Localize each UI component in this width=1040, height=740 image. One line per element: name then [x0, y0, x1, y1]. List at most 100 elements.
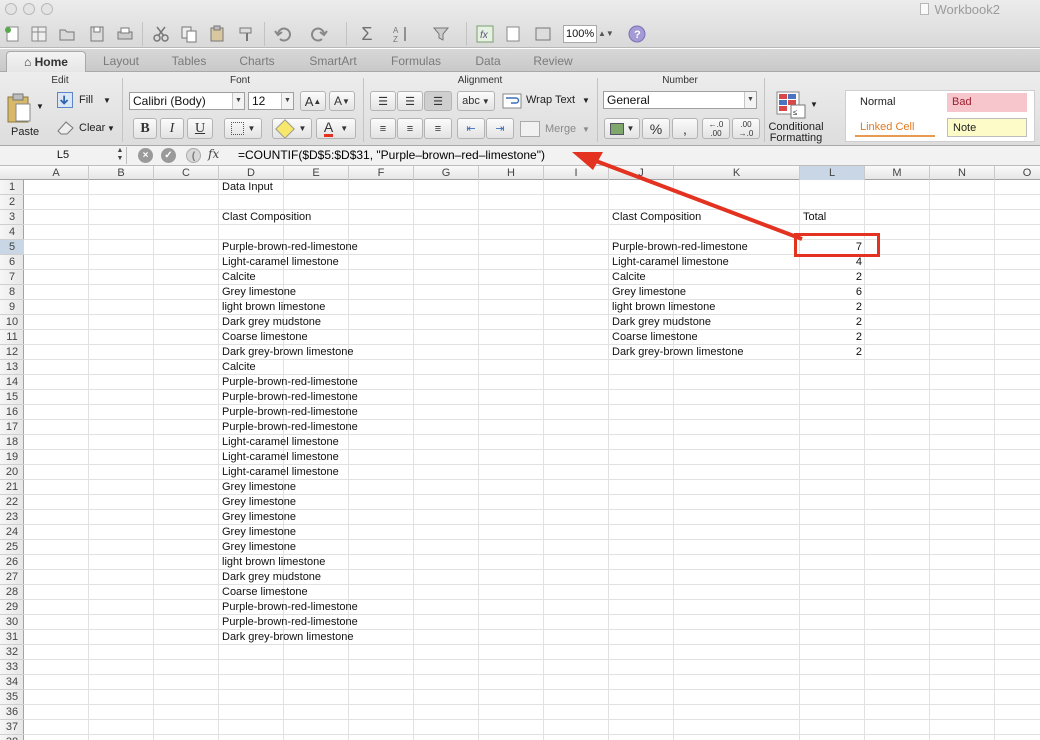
paste-icon[interactable] — [6, 92, 32, 124]
row-header-17[interactable]: 17 — [0, 420, 24, 435]
cell-D27[interactable]: Dark grey mudstone — [219, 570, 399, 585]
cell-J10[interactable]: Dark grey mudstone — [609, 315, 789, 330]
column-header-m[interactable]: M — [865, 166, 930, 180]
row-header-31[interactable]: 31 — [0, 630, 24, 645]
column-header-c[interactable]: C — [154, 166, 219, 180]
cell-D18[interactable]: Light-caramel limestone — [219, 435, 399, 450]
row-header-7[interactable]: 7 — [0, 270, 24, 285]
tab-home[interactable]: ⌂ Home — [6, 51, 86, 72]
cell-D8[interactable]: Grey limestone — [219, 285, 399, 300]
autosum-icon[interactable]: Σ — [356, 23, 378, 45]
conditional-formatting-label[interactable]: Conditional Formatting — [768, 122, 824, 144]
gallery-icon[interactable] — [28, 23, 50, 45]
fill-icon[interactable] — [57, 92, 73, 108]
cell-D11[interactable]: Coarse limestone — [219, 330, 399, 345]
cell-D26[interactable]: light brown limestone — [219, 555, 399, 570]
zoom-dropdown-icon[interactable]: ▲▼ — [598, 25, 614, 43]
cell-D22[interactable]: Grey limestone — [219, 495, 399, 510]
row-header-32[interactable]: 32 — [0, 645, 24, 660]
open-icon[interactable] — [56, 23, 78, 45]
decrease-decimal-button[interactable]: .00 →.0 — [732, 118, 760, 139]
align-bottom-icon[interactable]: ☰ — [424, 91, 452, 111]
cell-D20[interactable]: Light-caramel limestone — [219, 465, 399, 480]
conditional-formatting-dropdown-icon[interactable]: ▼ — [810, 100, 818, 109]
help-icon[interactable]: ? — [626, 23, 648, 45]
cancel-icon[interactable]: × — [138, 148, 153, 163]
cell-D28[interactable]: Coarse limestone — [219, 585, 399, 600]
redo-icon[interactable] — [308, 23, 330, 45]
row-header-1[interactable]: 1 — [0, 180, 24, 195]
decrease-indent-icon[interactable]: ⇤ — [457, 118, 485, 139]
cell-L9[interactable]: 2 — [800, 300, 865, 315]
paste-icon[interactable] — [206, 23, 228, 45]
align-top-icon[interactable]: ☰ — [370, 91, 396, 111]
enter-icon[interactable]: ✓ — [161, 148, 176, 163]
tab-review[interactable]: Review — [524, 51, 582, 72]
shrink-font-button[interactable]: A ▼ — [329, 91, 355, 111]
font-name-select[interactable]: Calibri (Body) ▼ — [129, 92, 245, 110]
font-color-button[interactable]: A ▼ — [316, 118, 356, 139]
cell-D6[interactable]: Light-caramel limestone — [219, 255, 399, 270]
format-painter-icon[interactable] — [236, 23, 258, 45]
cell-D5[interactable]: Purple-brown-red-limestone — [219, 240, 399, 255]
row-header-35[interactable]: 35 — [0, 690, 24, 705]
column-header-j[interactable]: J — [609, 166, 674, 180]
row-header-21[interactable]: 21 — [0, 480, 24, 495]
row-header-27[interactable]: 27 — [0, 570, 24, 585]
row-header-16[interactable]: 16 — [0, 405, 24, 420]
row-header-36[interactable]: 36 — [0, 705, 24, 720]
cell-D19[interactable]: Light-caramel limestone — [219, 450, 399, 465]
function-icon[interactable]: fx — [474, 23, 496, 45]
number-format-select[interactable]: General ▼ — [603, 91, 757, 109]
row-header-2[interactable]: 2 — [0, 195, 24, 210]
accounting-format-icon[interactable]: ▼ — [604, 118, 640, 139]
save-icon[interactable] — [86, 23, 108, 45]
cell-L11[interactable]: 2 — [800, 330, 865, 345]
new-icon[interactable] — [2, 23, 24, 45]
cell-D9[interactable]: light brown limestone — [219, 300, 399, 315]
row-header-4[interactable]: 4 — [0, 225, 24, 240]
row-header-38[interactable]: 38 — [0, 735, 24, 740]
tab-layout[interactable]: Layout — [90, 51, 152, 72]
cell-D10[interactable]: Dark grey mudstone — [219, 315, 399, 330]
merge-dropdown-icon[interactable]: ▼ — [582, 125, 590, 134]
paste-dropdown-icon[interactable]: ▼ — [36, 102, 44, 111]
fill-color-button[interactable]: ▼ — [272, 118, 312, 139]
clear-dropdown-icon[interactable]: ▼ — [107, 124, 115, 133]
row-header-12[interactable]: 12 — [0, 345, 24, 360]
cell-D31[interactable]: Dark grey-brown limestone — [219, 630, 399, 645]
row-header-6[interactable]: 6 — [0, 255, 24, 270]
row-header-19[interactable]: 19 — [0, 450, 24, 465]
tab-tables[interactable]: Tables — [158, 51, 220, 72]
row-header-33[interactable]: 33 — [0, 660, 24, 675]
cell-L8[interactable]: 6 — [800, 285, 865, 300]
align-left-icon[interactable]: ≡ — [370, 118, 396, 139]
style-bad[interactable]: Bad — [947, 93, 1027, 112]
increase-indent-icon[interactable]: ⇥ — [486, 118, 514, 139]
print-icon[interactable] — [114, 23, 136, 45]
cell-D21[interactable]: Grey limestone — [219, 480, 399, 495]
cell-D15[interactable]: Purple-brown-red-limestone — [219, 390, 399, 405]
column-header-e[interactable]: E — [284, 166, 349, 180]
conditional-formatting-icon[interactable]: ≤ — [776, 91, 810, 121]
column-header-d[interactable]: D — [219, 166, 284, 180]
cell-J12[interactable]: Dark grey-brown limestone — [609, 345, 789, 360]
cells-area[interactable]: Data Input Clast Composition Purple-brown-… — [24, 180, 1040, 740]
comma-style-button[interactable]: , — [672, 118, 698, 139]
function-wizard-icon[interactable]: ( — [186, 148, 201, 163]
cell-J9[interactable]: light brown limestone — [609, 300, 789, 315]
row-header-37[interactable]: 37 — [0, 720, 24, 735]
eraser-icon[interactable] — [56, 119, 76, 135]
borders-button[interactable]: ▼ — [224, 118, 262, 139]
cell-D25[interactable]: Grey limestone — [219, 540, 399, 555]
minimize-window-button[interactable] — [23, 3, 35, 15]
fill-dropdown-icon[interactable]: ▼ — [103, 96, 111, 105]
merge-icon[interactable] — [520, 121, 540, 137]
column-header-f[interactable]: F — [349, 166, 414, 180]
row-header-29[interactable]: 29 — [0, 600, 24, 615]
cell-J5[interactable]: Purple-brown-red-limestone — [609, 240, 789, 255]
row-header-8[interactable]: 8 — [0, 285, 24, 300]
toolbox-icon[interactable] — [502, 23, 524, 45]
align-center-icon[interactable]: ≡ — [397, 118, 423, 139]
cell-D14[interactable]: Purple-brown-red-limestone — [219, 375, 399, 390]
